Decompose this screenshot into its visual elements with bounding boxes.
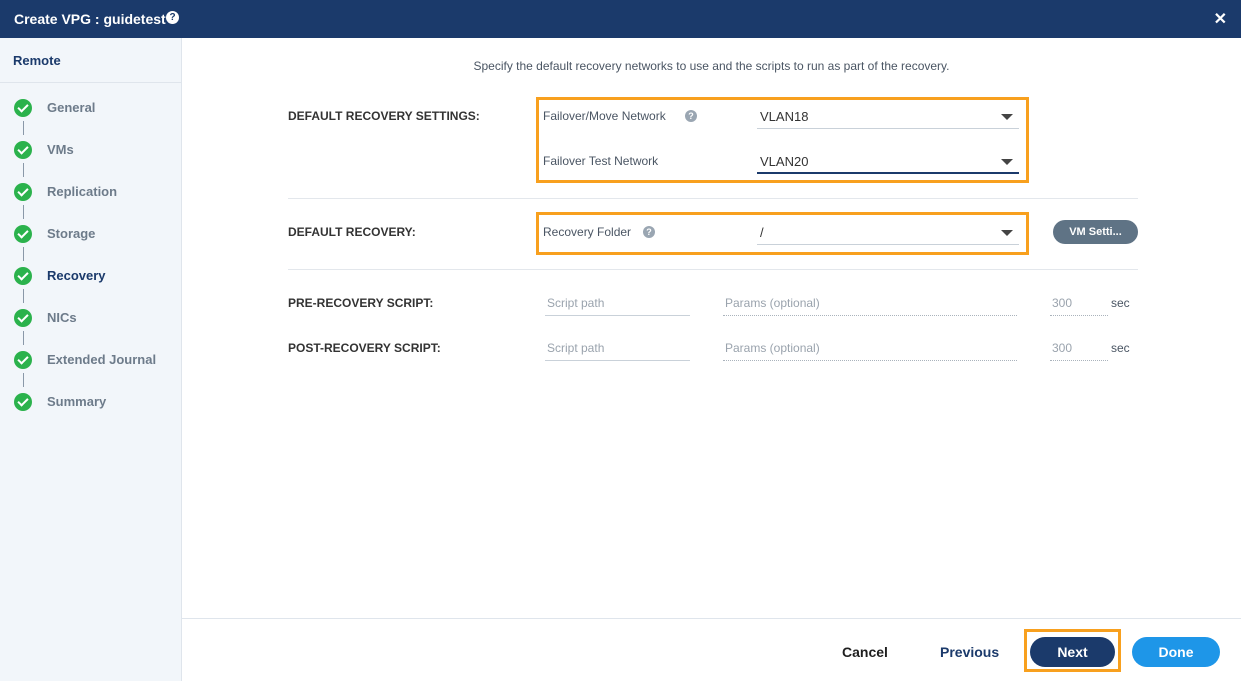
recovery-folder-select[interactable]: / xyxy=(757,219,1019,245)
step-label: Storage xyxy=(47,226,96,241)
pre-recovery-timeout-unit: sec xyxy=(1111,296,1130,310)
step-connector xyxy=(23,247,24,261)
step-label: Summary xyxy=(47,394,107,409)
default-recovery-label: DEFAULT RECOVERY: xyxy=(288,225,416,239)
step-connector xyxy=(23,331,24,345)
question-circle-icon[interactable]: ? xyxy=(685,110,697,122)
step-label: VMs xyxy=(47,142,74,157)
step-nics[interactable]: NICs xyxy=(0,302,181,332)
step-vms[interactable]: VMs xyxy=(0,134,181,164)
check-circle-icon xyxy=(14,267,32,285)
pre-recovery-script-label: PRE-RECOVERY SCRIPT: xyxy=(288,296,434,310)
divider xyxy=(288,269,1138,270)
check-circle-icon xyxy=(14,393,32,411)
step-label: NICs xyxy=(47,310,77,325)
check-circle-icon xyxy=(14,183,32,201)
step-connector xyxy=(23,163,24,177)
post-recovery-params-input[interactable]: Params (optional) xyxy=(723,335,1017,361)
chevron-down-icon xyxy=(1001,159,1013,165)
check-circle-icon xyxy=(14,99,32,117)
failover-move-network-label: Failover/Move Network xyxy=(543,109,666,123)
step-storage[interactable]: Storage xyxy=(0,218,181,248)
failover-move-network-select[interactable]: VLAN18 xyxy=(757,103,1019,129)
step-label: General xyxy=(47,100,96,115)
cancel-button[interactable]: Cancel xyxy=(842,644,888,660)
chevron-down-icon xyxy=(1001,114,1013,120)
pre-recovery-script-path-input[interactable]: Script path xyxy=(545,290,690,316)
previous-button[interactable]: Previous xyxy=(940,644,999,660)
failover-move-network-value: VLAN18 xyxy=(760,109,809,124)
post-recovery-script-label: POST-RECOVERY SCRIPT: xyxy=(288,341,441,355)
step-recovery[interactable]: Recovery xyxy=(0,260,181,290)
next-button[interactable]: Next xyxy=(1030,637,1115,667)
sidebar-header: Remote xyxy=(0,38,181,83)
step-connector xyxy=(23,205,24,219)
post-recovery-timeout-input[interactable]: 300 xyxy=(1050,335,1108,361)
intro-text: Specify the default recovery networks to… xyxy=(473,59,950,73)
step-general[interactable]: General xyxy=(0,92,181,122)
chevron-down-icon xyxy=(1001,230,1013,236)
step-label: Extended Journal xyxy=(47,352,157,367)
step-label: Replication xyxy=(47,184,118,199)
step-connector xyxy=(23,289,24,303)
post-recovery-script-path-input[interactable]: Script path xyxy=(545,335,690,361)
sidebar-header-label: Remote xyxy=(13,53,61,68)
question-circle-icon[interactable]: ? xyxy=(643,226,655,238)
done-button[interactable]: Done xyxy=(1132,637,1220,667)
step-replication[interactable]: Replication xyxy=(0,176,181,206)
recovery-settings-label: DEFAULT RECOVERY SETTINGS: xyxy=(288,109,480,123)
title-bar: Create VPG : guidetest ? ✕ xyxy=(0,0,1241,38)
check-circle-icon xyxy=(14,309,32,327)
recovery-folder-label: Recovery Folder xyxy=(543,225,632,239)
divider xyxy=(288,198,1138,199)
post-recovery-timeout-unit: sec xyxy=(1111,341,1130,355)
failover-test-network-select[interactable]: VLAN20 xyxy=(757,148,1019,174)
wizard-footer: Cancel Previous Next Done xyxy=(182,618,1241,681)
wizard-sidebar: Remote General VMs Replication Storage R… xyxy=(0,38,182,681)
main-panel: Specify the default recovery networks to… xyxy=(182,38,1241,681)
question-circle-icon[interactable]: ? xyxy=(166,11,179,24)
check-circle-icon xyxy=(14,351,32,369)
failover-test-network-label: Failover Test Network xyxy=(543,154,659,168)
close-icon[interactable]: ✕ xyxy=(1214,9,1227,29)
step-extended-journal[interactable]: Extended Journal xyxy=(0,344,181,374)
pre-recovery-params-input[interactable]: Params (optional) xyxy=(723,290,1017,316)
step-label: Recovery xyxy=(47,268,106,283)
step-connector xyxy=(23,121,24,135)
step-summary[interactable]: Summary xyxy=(0,386,181,416)
step-connector xyxy=(23,373,24,387)
check-circle-icon xyxy=(14,225,32,243)
recovery-folder-value: / xyxy=(760,225,764,240)
pre-recovery-timeout-input[interactable]: 300 xyxy=(1050,290,1108,316)
failover-test-network-value: VLAN20 xyxy=(760,154,809,169)
window-title: Create VPG : guidetest xyxy=(14,11,166,27)
vm-settings-button[interactable]: VM Setti... xyxy=(1053,220,1138,244)
check-circle-icon xyxy=(14,141,32,159)
